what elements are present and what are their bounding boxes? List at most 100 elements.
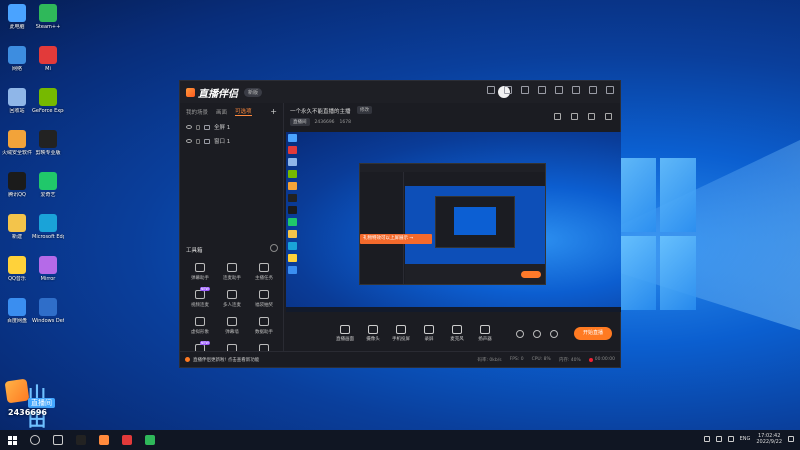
tab-screen[interactable]: 画面	[216, 108, 227, 116]
toolbox-item[interactable]: NEW 视频连麦	[184, 287, 216, 308]
source-label: 全屏 1	[214, 125, 231, 131]
update-message[interactable]: 直播伴侣更新啦! 点击查看新功能	[193, 357, 259, 363]
shortcut-icon	[39, 256, 57, 274]
desktop-shortcut[interactable]: 剪映专业版	[32, 130, 64, 156]
shortcut-icon	[8, 214, 26, 232]
toolbox-item[interactable]: 弹幕墙	[216, 317, 248, 335]
message-icon[interactable]	[521, 86, 529, 94]
shortcut-icon	[39, 214, 57, 232]
room-meta: 直播间 2436696 1678	[290, 118, 351, 126]
desktop-shortcut[interactable]: Mi	[32, 46, 64, 72]
gear-icon[interactable]	[550, 330, 558, 338]
visibility-icon[interactable]	[186, 125, 192, 129]
eye-icon[interactable]	[533, 330, 541, 338]
tab-options[interactable]: 可选项	[235, 107, 252, 116]
window-icon	[204, 138, 210, 144]
tool-label: 视频连麦	[191, 303, 209, 308]
tool-label: 数据助手	[255, 330, 273, 335]
source-item[interactable]: 全屏 1	[180, 120, 283, 134]
gift-icon[interactable]	[554, 113, 561, 120]
shortcut-label: Steam++	[35, 24, 61, 30]
stream-stats: 码率: 0kb/s FPS: 0 CPU: 8% 内存: 40% 00:00:0…	[477, 357, 615, 363]
tab-my-scene[interactable]: 我的场景	[186, 108, 208, 116]
chevron-up-icon[interactable]	[703, 436, 710, 442]
taskbar-app-icon[interactable]	[122, 435, 132, 445]
toolbox-item[interactable]: 数据助手	[248, 317, 280, 335]
record-icon[interactable]	[516, 330, 524, 338]
skin-icon[interactable]	[538, 86, 546, 94]
version-badge[interactable]: 新版	[244, 87, 263, 97]
preview-toast[interactable]: 礼物特效可以上屏展示 →	[360, 234, 432, 244]
desktop-shortcut[interactable]: 火绒安全软件	[1, 130, 33, 156]
control-phone[interactable]: 手机投屏	[386, 325, 416, 342]
taskbar-live-companion-icon[interactable]	[99, 435, 109, 445]
camera-icon	[368, 325, 378, 334]
control-mic[interactable]: 麦克风	[442, 325, 472, 342]
shortcut-icon	[8, 172, 26, 190]
live-timer: 00:00:00	[588, 357, 615, 363]
add-scene-icon[interactable]: +	[270, 107, 277, 116]
tool-icon	[259, 317, 269, 326]
control-record[interactable]: 录屏	[414, 325, 444, 342]
task-view-icon[interactable]	[53, 435, 63, 445]
toolbox-item[interactable]: 多人连麦	[216, 290, 248, 308]
source-item[interactable]: 窗口 1	[180, 134, 283, 148]
lock-icon[interactable]	[196, 138, 200, 144]
share-icon[interactable]	[605, 113, 612, 120]
search-icon[interactable]	[30, 435, 40, 445]
toolbox-item[interactable]: 主播任务	[248, 263, 280, 281]
control-screen[interactable]: 直播画面	[330, 325, 360, 342]
toolbox-item[interactable]: 虚拟形象	[184, 317, 216, 335]
desktop-shortcut[interactable]: GeForce Experience	[32, 88, 64, 114]
control-camera[interactable]: 摄像头	[358, 325, 388, 342]
desktop-shortcut[interactable]: Windows Defender	[32, 298, 64, 324]
room-tag[interactable]: 直播间	[290, 118, 310, 126]
desktop-shortcut[interactable]: QQ音乐	[1, 256, 33, 282]
close-icon[interactable]	[606, 86, 614, 94]
layout-icon[interactable]	[487, 86, 495, 94]
lock-icon[interactable]	[196, 124, 200, 130]
language-indicator[interactable]: ENG	[740, 436, 751, 442]
shortcut-icon	[8, 4, 26, 22]
viewer-count: 2436696	[314, 119, 335, 125]
streamer-watermark: 山田 直播间 2436696	[4, 378, 58, 431]
desktop-shortcut[interactable]: Mirror	[32, 256, 64, 282]
toolbox-item[interactable]: 连麦助手	[216, 263, 248, 281]
desktop-shortcut[interactable]: 新建	[1, 214, 33, 240]
taskbar-app-icon[interactable]	[76, 435, 86, 445]
desktop-shortcut[interactable]: 网络	[1, 46, 33, 72]
shop-icon[interactable]	[571, 113, 578, 120]
live-preview[interactable]: 礼物特效可以上屏展示 →	[286, 132, 621, 312]
shortcut-icon	[8, 256, 26, 274]
menu-icon[interactable]	[555, 86, 563, 94]
clock[interactable]: 17:02:42 2022/9/22	[756, 433, 782, 445]
visibility-icon[interactable]	[186, 139, 192, 143]
toolbox-item[interactable]: 福袋抽奖	[248, 290, 280, 308]
notification-icon[interactable]	[788, 436, 794, 442]
network-icon[interactable]	[715, 436, 722, 442]
volume-icon[interactable]	[727, 436, 734, 442]
edit-title-button[interactable]: 修改	[357, 106, 372, 114]
toolbox-title: 工具箱	[186, 248, 203, 254]
toolbox-more-icon[interactable]	[270, 244, 278, 252]
taskbar-app-icon[interactable]	[145, 435, 155, 445]
control-speaker[interactable]: 扬声器	[470, 325, 500, 342]
window-controls	[487, 86, 614, 94]
desktop-shortcut[interactable]: 爱奇艺	[32, 172, 64, 198]
start-icon[interactable]	[8, 435, 17, 445]
room-title[interactable]: 一个永久不能直播的主播	[290, 107, 351, 115]
toolbox-item[interactable]: 弹幕助手	[184, 263, 216, 281]
desktop-shortcut[interactable]: 百度网盘	[1, 298, 33, 324]
maximize-icon[interactable]	[589, 86, 597, 94]
desktop-shortcut[interactable]: 回收站	[1, 88, 33, 114]
shortcut-icon	[8, 130, 26, 148]
desktop-shortcut[interactable]: 此电脑	[1, 4, 33, 30]
minimize-icon[interactable]	[572, 86, 580, 94]
desktop-shortcut[interactable]: Microsoft Edge	[32, 214, 64, 240]
control-bar: 直播画面 摄像头 手机投屏 录屏 麦克风 扬声器 开始直播	[285, 317, 620, 351]
desktop-shortcut[interactable]: 腾讯QQ	[1, 172, 33, 198]
desktop-shortcut[interactable]: Steam++	[32, 4, 64, 30]
notify-icon[interactable]	[588, 113, 595, 120]
start-live-button[interactable]: 开始直播	[574, 327, 612, 340]
settings-icon[interactable]	[504, 86, 512, 94]
